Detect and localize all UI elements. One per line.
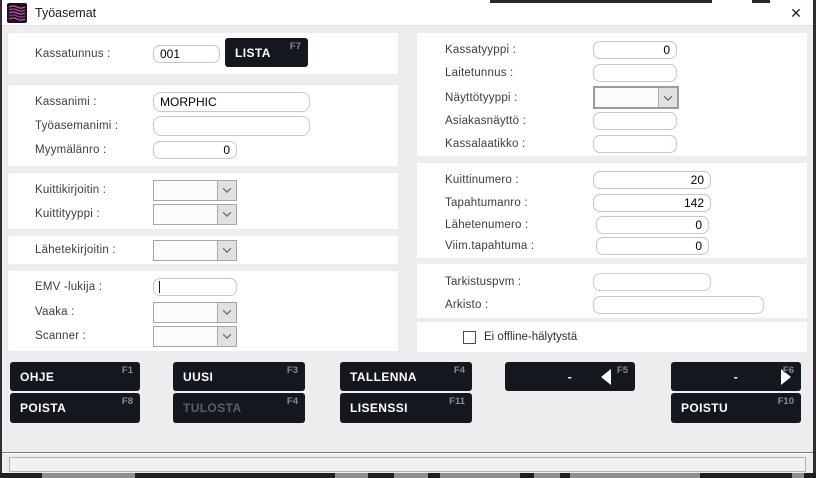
arkisto-label: Arkisto : [445,299,593,311]
kuittikirjoitin-label: Kuittikirjoitin : [35,184,153,196]
lahetenumero-label: Lähetenumero : [445,219,593,231]
kuittikirjoitin-dropdown[interactable] [153,180,237,201]
text-caret [159,281,160,293]
fkey-label: F4 [287,396,298,407]
chevron-down-icon [217,327,236,346]
chevron-down-icon [217,303,236,322]
laitetunnus-input[interactable] [593,64,677,82]
status-bar [9,457,806,472]
asiakasnaytto-input[interactable] [593,112,677,130]
kassatunnus-input[interactable] [153,45,220,63]
fkey-label: F1 [122,365,133,376]
lahetenumero-input[interactable] [596,216,709,234]
kuittityyppi-dropdown[interactable] [153,204,237,225]
vaaka-label: Vaaka : [35,306,153,318]
panel-kassatyyppi: Kassatyyppi : Laitetunnus : Näyttötyyppi… [417,33,807,156]
kassalaatikko-label: Kassalaatikko : [445,138,593,150]
nayttotyyppi-label: Näyttötyyppi : [445,92,593,104]
laitetunnus-label: Laitetunnus : [445,67,593,79]
kassatyyppi-label: Kassatyyppi : [445,44,593,56]
poista-button[interactable]: POISTA F8 [10,393,140,423]
fkey-label: F11 [449,396,465,407]
kassalaatikko-input[interactable] [593,135,677,153]
tyoasemanimi-label: Työasemanimi : [35,120,153,132]
close-button[interactable]: ✕ [785,3,807,23]
panel-numerot: Kuittinumero : Tapahtumanro : Lähetenume… [417,163,807,258]
tapahtumanro-label: Tapahtumanro : [445,197,593,209]
chevron-down-icon [217,205,236,224]
tarkistuspvm-input[interactable] [593,273,711,291]
panel-kassanimi: Kassanimi : Työasemanimi : Myymälänro : [8,85,398,166]
arkisto-input[interactable] [593,296,764,314]
background-window-fragment [0,473,816,478]
tulosta-button[interactable]: TULOSTA F4 [173,393,305,423]
tapahtumanro-input[interactable] [593,194,711,212]
kuittityyppi-label: Kuittityyppi : [35,208,153,220]
vaaka-dropdown[interactable] [153,302,237,323]
panel-tarkistus: Tarkistuspvm : Arkisto : [417,264,807,318]
next-button[interactable]: - F6 [671,362,801,391]
fkey-label: F5 [617,365,628,376]
tallenna-button[interactable]: TALLENNA F4 [340,362,472,391]
fkey-label: F7 [290,41,301,52]
arrow-left-icon [601,369,611,385]
chevron-down-icon [658,88,677,107]
uusi-button[interactable]: UUSI F3 [173,362,305,391]
emv-lukija-input[interactable] [153,278,237,296]
panel-kassatunnus: Kassatunnus : LISTA F7 [8,33,398,74]
viim-tapahtuma-input[interactable] [596,237,709,255]
myymalanro-input[interactable] [153,141,237,159]
fkey-label: F8 [122,396,133,407]
asiakasnaytto-label: Asiakasnäyttö : [445,115,593,127]
chevron-down-icon [217,181,236,200]
divider-line [2,452,813,454]
screen: Työasemat ✕ Kassatunnus : LISTA F7 Kassa… [0,0,816,478]
panel-kuitti: Kuittikirjoitin : Kuittityyppi : [8,173,398,229]
viim-tapahtuma-label: Viim.tapahtuma : [445,240,593,252]
fkey-label: F10 [778,396,794,407]
tyoasemanimi-input[interactable] [153,116,310,136]
emv-lukija-label: EMV -lukija : [35,281,153,293]
myymalanro-label: Myymälänro : [35,144,153,156]
background-window-fragment [490,0,712,3]
app-logo-icon [7,3,27,23]
offline-checkbox[interactable] [463,331,476,344]
kassanimi-input[interactable] [153,92,310,112]
kassatyyppi-input[interactable] [593,41,677,59]
panel-offline: Ei offline-hälytystä [417,322,807,352]
fkey-label: F4 [454,365,465,376]
fkey-label: F3 [287,365,298,376]
chevron-down-icon [217,241,236,260]
scanner-dropdown[interactable] [153,326,237,347]
window-title: Työasemat [35,6,96,20]
kuittinumero-input[interactable] [593,171,711,189]
background-window-fragment [752,0,770,3]
lahetekirjoitin-dropdown[interactable] [153,240,237,261]
poistu-button[interactable]: POISTU F10 [671,393,801,423]
tarkistuspvm-label: Tarkistuspvm : [445,276,593,288]
tyoasemat-window: Työasemat ✕ Kassatunnus : LISTA F7 Kassa… [2,0,813,473]
nayttotyyppi-dropdown[interactable] [593,86,679,109]
offline-checkbox-label: Ei offline-hälytystä [484,331,577,343]
ohje-button[interactable]: OHJE F1 [10,362,140,391]
scanner-label: Scanner : [35,330,153,342]
panel-lahetekirjoitin: Lähetekirjoitin : [8,236,398,264]
kassatunnus-label: Kassatunnus : [35,48,153,60]
lista-button[interactable]: LISTA F7 [225,38,308,67]
kassanimi-label: Kassanimi : [35,96,153,108]
lisenssi-button[interactable]: LISENSSI F11 [340,393,472,423]
lahetekirjoitin-label: Lähetekirjoitin : [35,244,153,256]
titlebar: Työasemat ✕ [2,0,813,26]
previous-button[interactable]: - F5 [505,362,635,391]
kuittinumero-label: Kuittinumero : [445,174,593,186]
fkey-label: F6 [783,365,794,376]
panel-laitteet: EMV -lukija : Vaaka : Scanner : [8,271,398,351]
